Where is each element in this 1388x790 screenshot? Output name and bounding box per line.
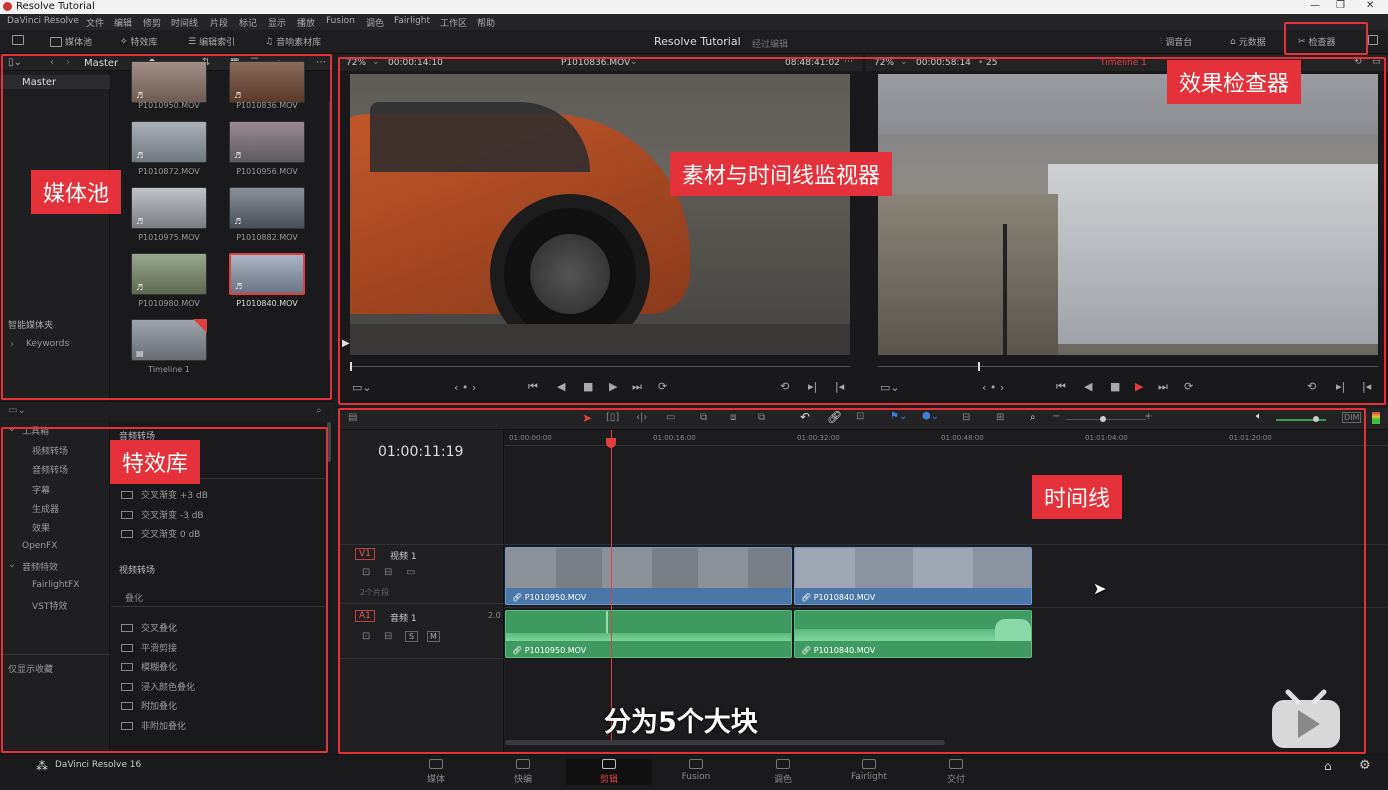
menu-item[interactable]: DaVinci Resolve [7, 16, 79, 26]
list-icon: ☰ [188, 36, 197, 47]
menu-item[interactable]: 工作区 [440, 16, 467, 29]
media-pool-footer: ▭⌄ ⌕ [0, 401, 333, 421]
metadata-label: 元数据 [1238, 38, 1266, 48]
menu-item[interactable]: 文件 [86, 16, 104, 29]
edit-index-label: 编辑索引 [199, 38, 236, 48]
sound-library-button[interactable]: ♫ 音响素材库 [265, 35, 322, 49]
level-meter [1372, 412, 1380, 424]
sliders-icon: ⫶ [1160, 36, 1163, 47]
menu-item[interactable]: 片段 [210, 16, 228, 29]
video-play-overlay[interactable] [1270, 688, 1342, 750]
page-label: Fusion [681, 772, 711, 782]
menu-item[interactable]: 编辑 [114, 16, 132, 29]
app-icon [3, 2, 12, 11]
expand-icon[interactable] [1368, 35, 1378, 45]
annotation-box-media-pool [1, 54, 332, 400]
menu-item[interactable]: 调色 [366, 16, 384, 29]
page-tab-edit[interactable]: 剪辑 [566, 759, 652, 785]
annotation-label-media-pool: 媒体池 [31, 170, 122, 214]
page-label: 剪辑 [599, 775, 618, 785]
effects-label: 特效库 [130, 38, 158, 48]
edit-page-icon [602, 759, 616, 769]
menu-item[interactable]: 显示 [268, 16, 286, 29]
close-icon[interactable]: ✕ [1366, 0, 1374, 11]
page-tab-fairlight[interactable]: Fairlight [826, 759, 912, 782]
page-label: 媒体 [426, 775, 445, 785]
page-label: 交付 [946, 775, 965, 785]
search-icon[interactable]: ⌕ [316, 405, 322, 416]
project-status: 经过编辑 [752, 40, 789, 50]
home-icon[interactable]: ⌂ [1324, 759, 1332, 773]
menu-item[interactable]: Fusion [326, 16, 355, 26]
page-label: Fairlight [850, 772, 887, 782]
menu-item[interactable]: Fairlight [394, 16, 430, 26]
panel-toggle-icon[interactable]: ▭⌄ [8, 405, 26, 416]
page-label: 调色 [773, 775, 792, 785]
media-pool-icon [50, 36, 62, 47]
annotation-label-viewers: 素材与时间线监视器 [670, 152, 893, 196]
annotation-box-timeline [338, 408, 1366, 754]
annotation-box-inspector [1284, 22, 1368, 55]
page-tab-color[interactable]: 调色 [740, 759, 826, 785]
main-toolbar: 媒体池 ✧ 特效库 ☰ 编辑索引 ♫ 音响素材库 Resolve Tutorial 经… [0, 30, 1388, 54]
sound-library-label: 音响素材库 [276, 38, 322, 48]
deliver-page-icon [949, 759, 963, 769]
resolve-logo-icon: ⁂ [36, 759, 48, 773]
annotation-label-effects: 特效库 [110, 440, 201, 484]
edit-index-button[interactable]: ☰ 编辑索引 [188, 35, 236, 49]
page-tab-media[interactable]: 媒体 [393, 759, 479, 785]
mixer-button[interactable]: ⫶ 调音台 [1160, 35, 1193, 49]
annotation-box-viewers [338, 57, 1386, 405]
fairlight-page-icon [862, 759, 876, 769]
media-page-icon [429, 759, 443, 769]
annotation-label-inspector: 效果检查器 [1167, 60, 1302, 104]
menu-bar: DaVinci Resolve 文件 编辑 修剪 时间线 片段 标记 显示 播放… [0, 14, 1388, 30]
menu-item[interactable]: 播放 [297, 16, 315, 29]
mixer-label: 调音台 [1165, 38, 1193, 48]
video-caption: 分为5个大块 [604, 707, 758, 738]
music-icon: ♫ [265, 36, 274, 47]
page-tab-deliver[interactable]: 交付 [913, 759, 999, 785]
cut-page-icon [516, 759, 530, 769]
menu-item[interactable]: 标记 [239, 16, 257, 29]
window-title: Resolve Tutorial [16, 1, 95, 12]
page-label: 快编 [513, 775, 532, 785]
play-button-icon [1272, 689, 1340, 748]
menu-item[interactable]: 时间线 [171, 16, 198, 29]
menu-item[interactable]: 帮助 [477, 16, 495, 29]
page-navigation: ⁂ DaVinci Resolve 16 媒体 快编 剪辑 Fusion 调色 … [0, 754, 1388, 790]
effects-button[interactable]: ✧ 特效库 [120, 35, 158, 49]
layout-icon[interactable] [12, 35, 24, 45]
app-version: DaVinci Resolve 16 [55, 760, 142, 770]
annotation-label-timeline: 时间线 [1032, 475, 1123, 519]
page-tab-cut[interactable]: 快编 [480, 759, 566, 785]
media-pool-button[interactable]: 媒体池 [50, 35, 92, 48]
metadata-button[interactable]: ⌂ 元数据 [1230, 35, 1266, 49]
project-title: Resolve Tutorial [654, 35, 741, 48]
window-titlebar: Resolve Tutorial — ❐ ✕ [0, 0, 1388, 14]
page-tab-fusion[interactable]: Fusion [653, 759, 739, 782]
restore-icon[interactable]: ❐ [1336, 0, 1345, 11]
color-page-icon [776, 759, 790, 769]
menu-item[interactable]: 修剪 [143, 16, 161, 29]
media-pool-label: 媒体池 [65, 38, 93, 48]
minimize-icon[interactable]: — [1310, 0, 1320, 11]
fusion-page-icon [689, 759, 703, 769]
tag-icon: ⌂ [1230, 36, 1236, 47]
wand-icon: ✧ [120, 36, 128, 47]
settings-gear-icon[interactable]: ⚙ [1359, 758, 1371, 773]
